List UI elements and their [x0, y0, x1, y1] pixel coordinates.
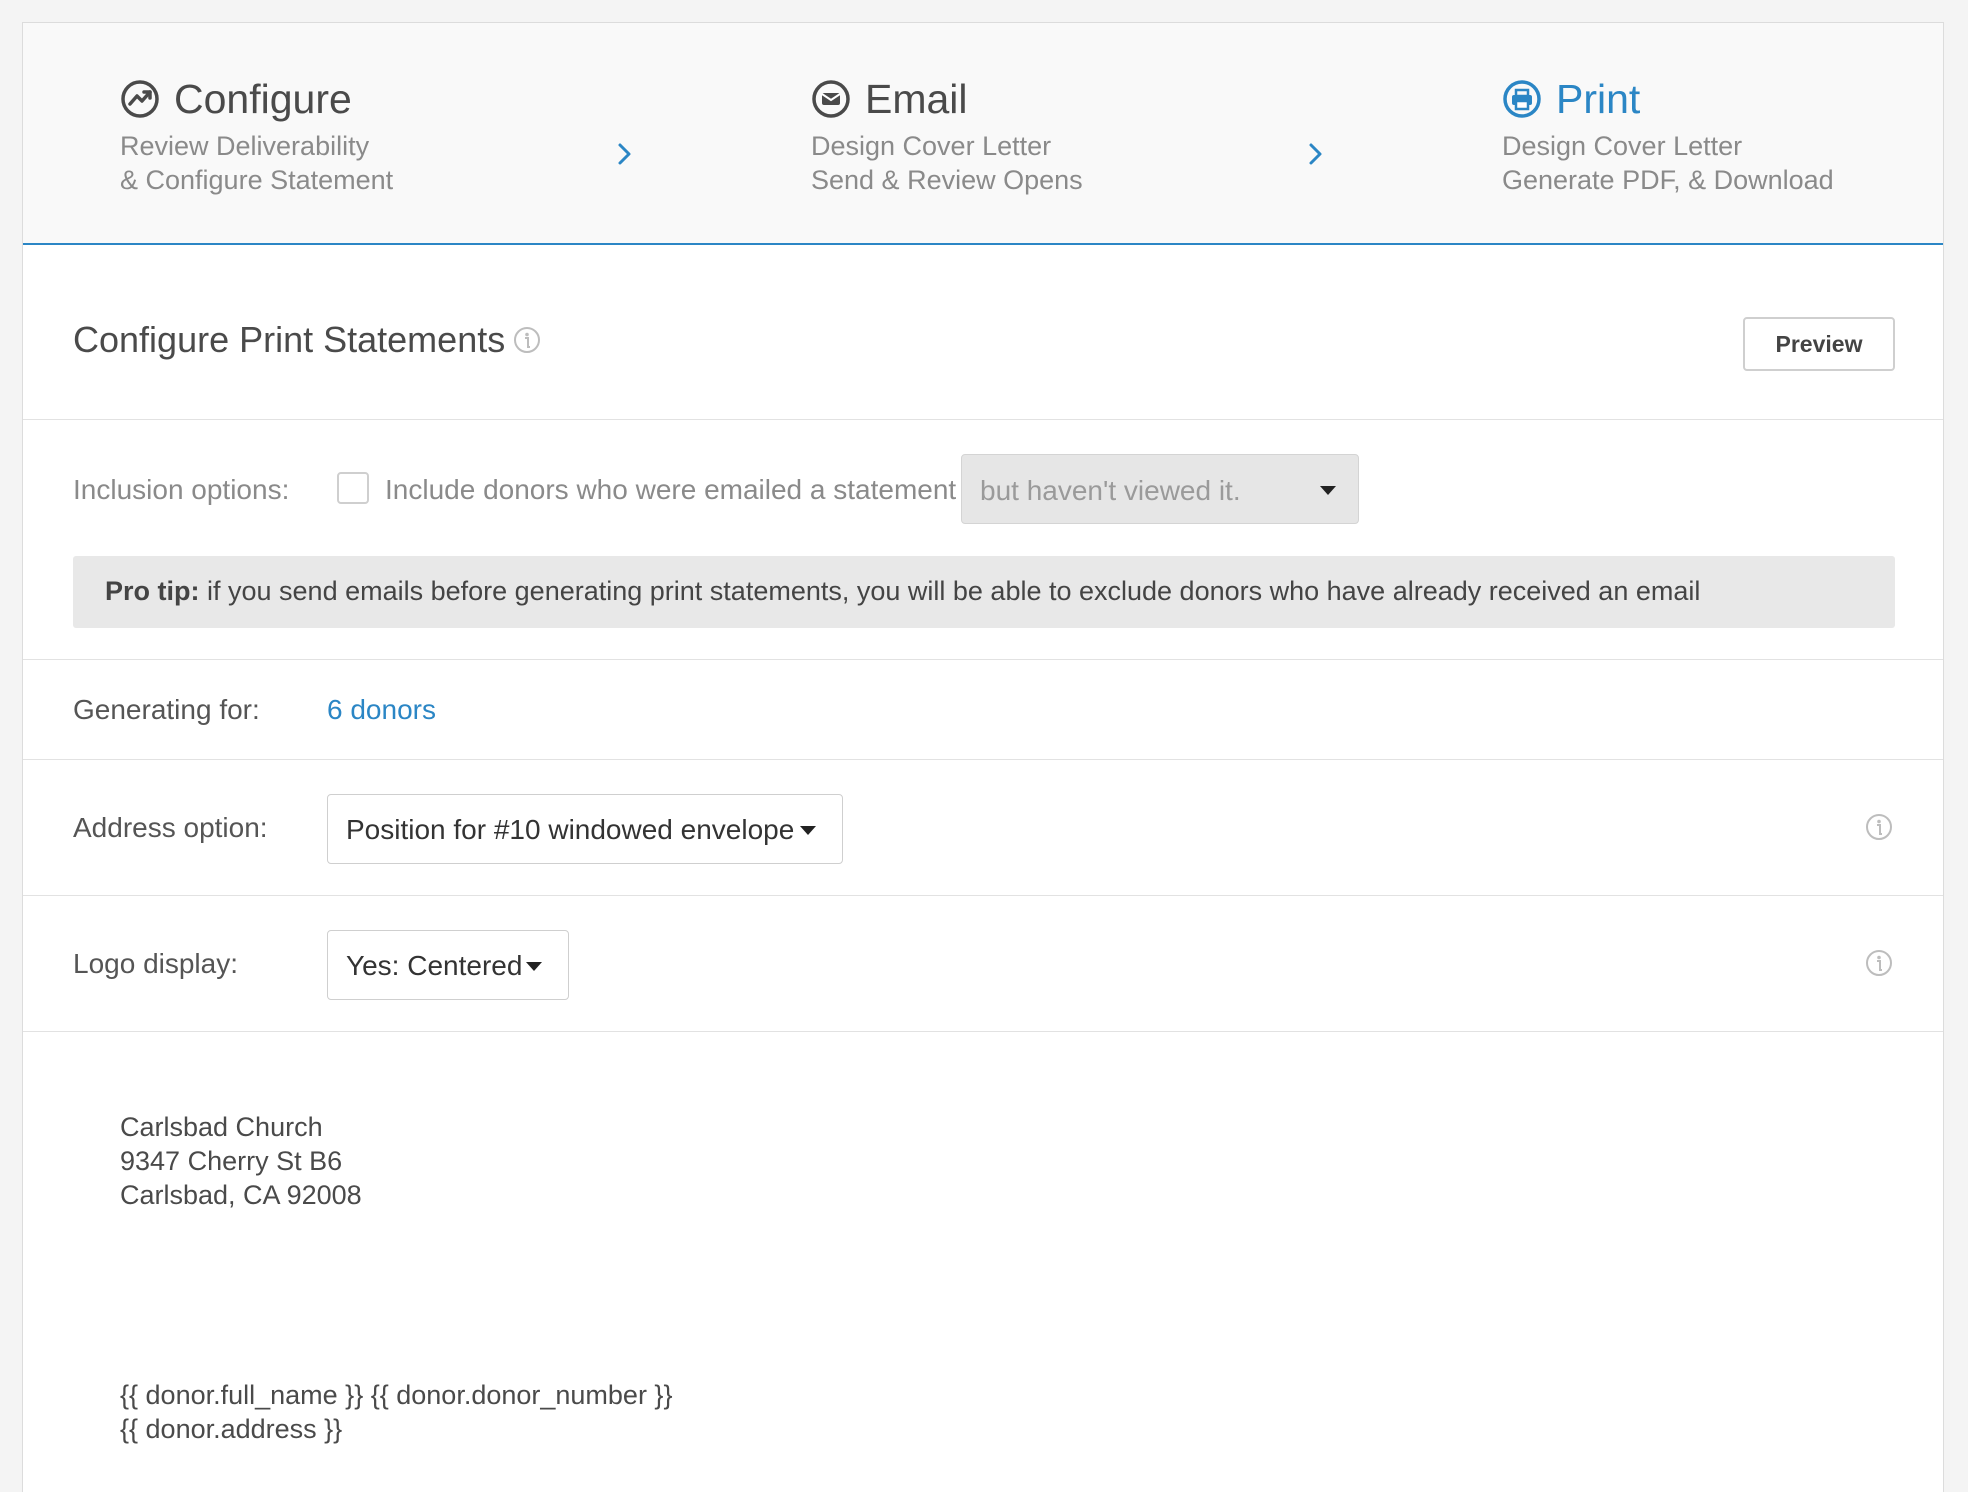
step-description: Review Deliverability [120, 131, 370, 161]
select-value: Position for #10 windowed envelope [346, 814, 795, 845]
caret-down-icon [526, 962, 542, 971]
step-title: Configure [174, 75, 352, 122]
viewed-status-select[interactable]: but haven't viewed it. [961, 454, 1359, 524]
select-value: but haven't viewed it. [980, 475, 1241, 506]
address-line: {{ donor.full_name }} {{ donor.donor_num… [120, 1380, 673, 1410]
caret-down-icon [800, 826, 816, 835]
address-line: {{ donor.address }} [120, 1414, 343, 1444]
section-header: Configure Print Statements Preview [23, 245, 1943, 419]
address-option-row: Address option: Position for #10 windowe… [23, 760, 1943, 896]
statement-wizard: Configure Review Deliverability & Config… [22, 22, 1944, 1492]
step-description: Design Cover Letter [811, 131, 1052, 161]
step-configure[interactable]: Configure Review Deliverability & Config… [120, 71, 393, 197]
inclusion-label: Inclusion options: [73, 474, 290, 505]
info-icon[interactable] [1865, 813, 1893, 841]
step-description: Send & Review Opens [811, 165, 1083, 195]
address-option-select[interactable]: Position for #10 windowed envelope [327, 794, 843, 864]
print-icon [1503, 80, 1541, 118]
pro-tip-label: Pro tip: [105, 576, 200, 606]
info-icon[interactable] [1865, 949, 1893, 977]
logo-label: Logo display: [73, 948, 239, 979]
email-icon [812, 80, 850, 118]
chevron-right-icon [1309, 143, 1322, 165]
step-print[interactable]: Print Design Cover Letter Generate PDF, … [1502, 71, 1834, 197]
generating-for-row: Generating for: 6 donors [23, 660, 1943, 760]
pro-tip-banner: Pro tip: if you send emails before gener… [73, 556, 1895, 628]
address-label: Address option: [73, 812, 268, 843]
pro-tip-text: if you send emails before generating pri… [199, 576, 1701, 606]
logo-display-select[interactable]: Yes: Centered [327, 930, 569, 1000]
generating-label: Generating for: [73, 694, 260, 725]
address-line: Carlsbad Church [120, 1112, 323, 1142]
address-line: 9347 Cherry St B6 [120, 1146, 343, 1176]
page-title: Configure Print Statements [73, 319, 506, 360]
select-value: Yes: Centered [346, 950, 523, 981]
step-description: Generate PDF, & Download [1502, 165, 1834, 195]
preview-button[interactable]: Preview [1743, 317, 1895, 371]
include-emailed-label[interactable]: Include donors who were emailed a statem… [385, 474, 956, 506]
step-title: Print [1556, 75, 1641, 122]
donor-address-template: {{ donor.full_name }} {{ donor.donor_num… [120, 1378, 672, 1446]
address-line: Carlsbad, CA 92008 [120, 1180, 362, 1210]
church-address: Carlsbad Church 9347 Cherry St B6 Carlsb… [120, 1110, 362, 1212]
inclusion-options-row: Inclusion options: Include donors who we… [23, 420, 1943, 660]
info-icon[interactable] [513, 326, 541, 354]
caret-down-icon [1320, 486, 1336, 495]
step-title: Email [865, 75, 968, 122]
page-title-wrapper: Configure Print Statements [73, 319, 541, 361]
statement-preview: Carlsbad Church 9347 Cherry St B6 Carlsb… [23, 1032, 1943, 1492]
chevron-right-icon [618, 143, 631, 165]
donor-count-link[interactable]: 6 donors [327, 694, 436, 726]
step-description: & Configure Statement [120, 165, 394, 195]
step-description: Design Cover Letter [1502, 131, 1743, 161]
trend-icon [121, 80, 159, 118]
step-email[interactable]: Email Design Cover Letter Send & Review … [811, 71, 1083, 197]
wizard-stepper: Configure Review Deliverability & Config… [23, 23, 1943, 245]
logo-display-row: Logo display: Yes: Centered [23, 896, 1943, 1032]
settings-panel: Inclusion options: Include donors who we… [23, 419, 1943, 1444]
include-emailed-checkbox[interactable] [337, 472, 369, 504]
